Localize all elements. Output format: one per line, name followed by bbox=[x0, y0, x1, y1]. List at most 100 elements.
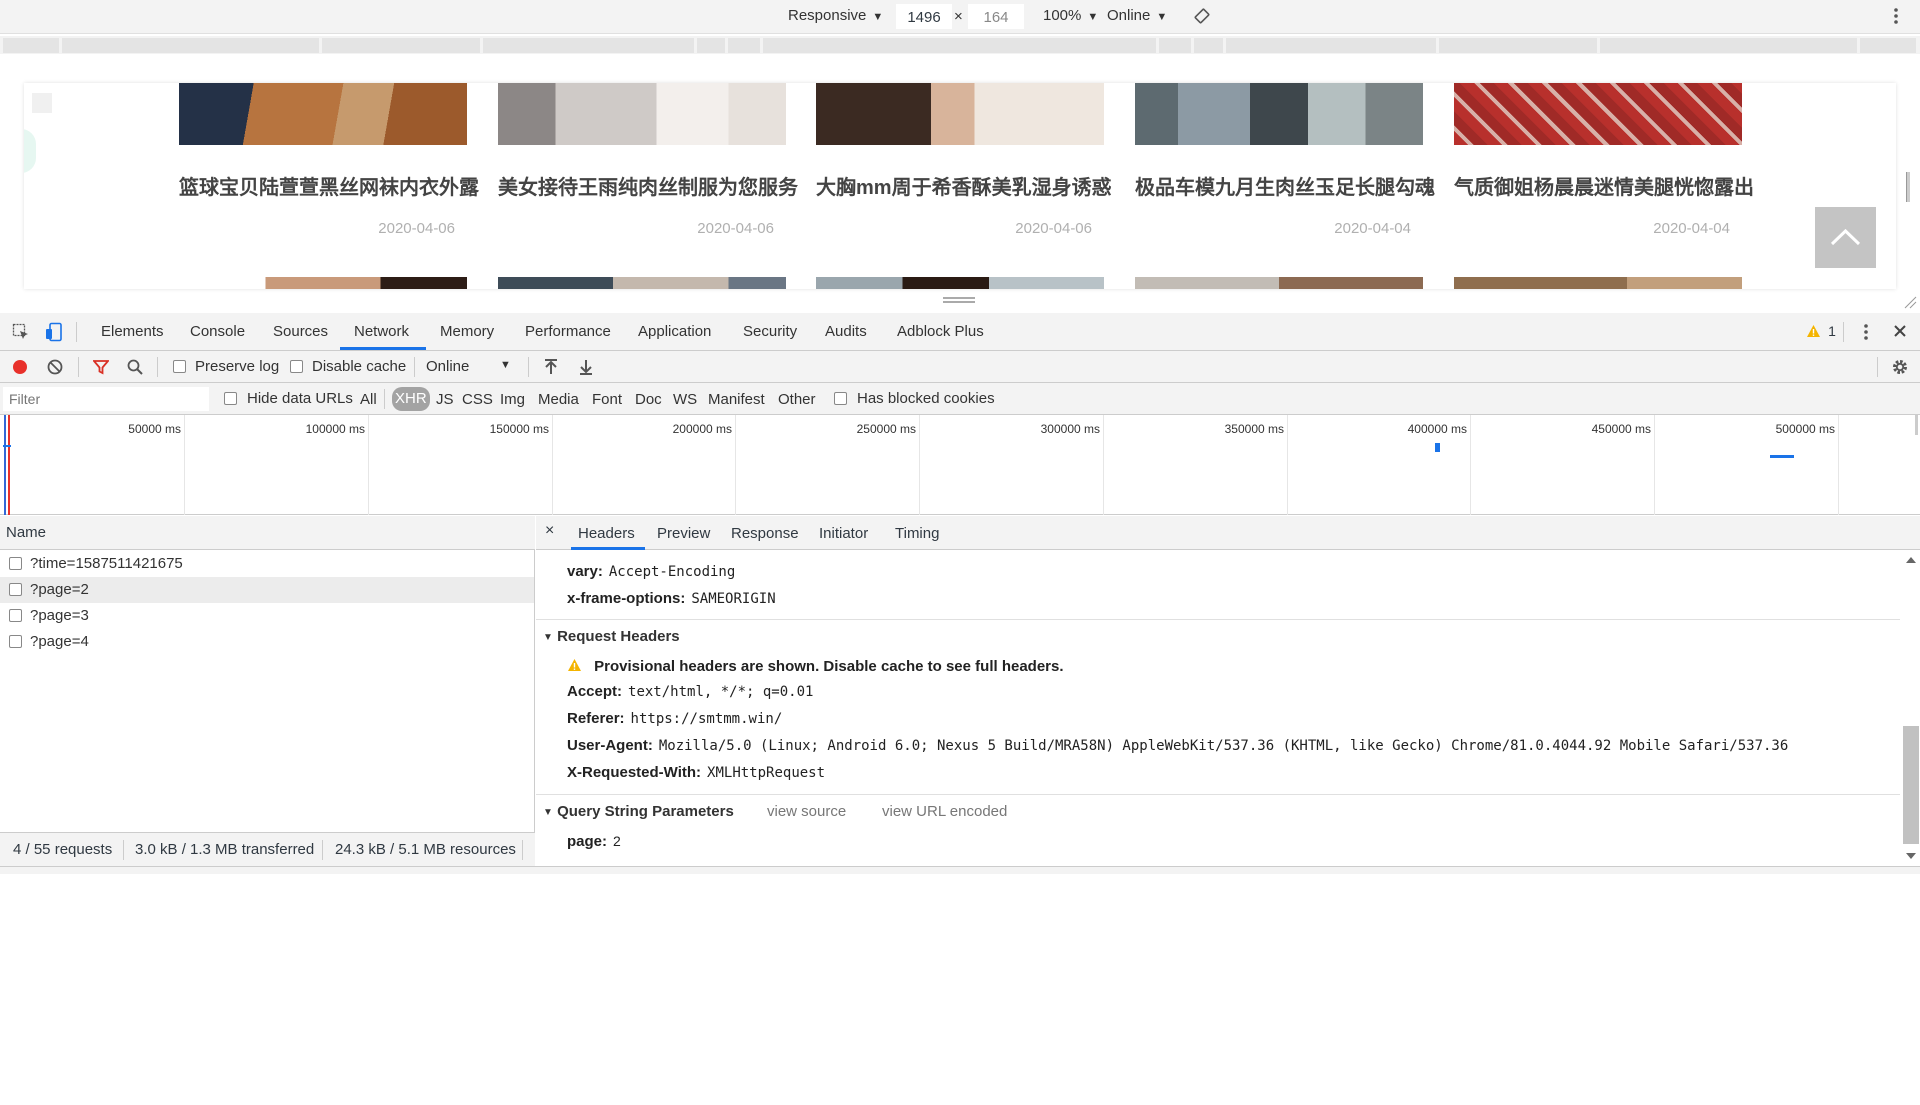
post-thumbnail[interactable] bbox=[179, 83, 467, 145]
inspect-element-icon[interactable] bbox=[12, 323, 30, 345]
device-toggle-icon[interactable] bbox=[44, 322, 64, 346]
emulated-viewport[interactable]: 篮球宝贝陆萱萱黑丝网袜内衣外露 2020-04-06 美女接待王雨纯肉丝制服为您… bbox=[24, 83, 1896, 289]
rotate-icon[interactable] bbox=[1193, 7, 1211, 29]
name-column-header[interactable]: Name bbox=[0, 516, 535, 550]
zoom-select[interactable]: 100% ▼ bbox=[1043, 7, 1098, 24]
hide-data-urls-checkbox[interactable] bbox=[224, 392, 237, 405]
export-har-icon[interactable] bbox=[578, 358, 594, 380]
viewport-scrollbar[interactable] bbox=[1906, 172, 1910, 202]
header-row: Accept: text/html, */*; q=0.01 bbox=[567, 683, 814, 700]
tab-sources[interactable]: Sources bbox=[273, 323, 328, 340]
blocked-cookies-checkbox[interactable] bbox=[834, 392, 847, 405]
request-row-selected[interactable]: ?page=2 bbox=[0, 577, 534, 603]
import-har-icon[interactable] bbox=[543, 358, 559, 380]
type-filter-all[interactable]: All bbox=[360, 391, 377, 408]
tab-console[interactable]: Console bbox=[190, 323, 245, 340]
type-filter-css[interactable]: CSS bbox=[462, 391, 493, 408]
post-thumbnail-next[interactable] bbox=[816, 277, 1104, 289]
post-thumbnail[interactable] bbox=[498, 83, 786, 145]
post-title[interactable]: 篮球宝贝陆萱萱黑丝网袜内衣外露 bbox=[179, 171, 479, 200]
view-source-link[interactable]: view source bbox=[767, 803, 846, 820]
post-date: 2020-04-06 bbox=[378, 220, 455, 237]
search-icon[interactable] bbox=[127, 359, 143, 379]
post-thumbnail-next[interactable] bbox=[1135, 277, 1423, 289]
details-tab-initiator[interactable]: Initiator bbox=[819, 525, 868, 542]
back-to-top-button[interactable] bbox=[1815, 207, 1876, 268]
warning-counter[interactable]: 1 bbox=[1806, 323, 1836, 342]
scrollbar-thumb[interactable] bbox=[1903, 726, 1919, 844]
request-row[interactable]: ?page=4 bbox=[0, 629, 534, 655]
details-tab-headers[interactable]: Headers bbox=[578, 525, 635, 542]
network-throttle-select[interactable]: Online bbox=[426, 358, 469, 375]
details-tab-response[interactable]: Response bbox=[731, 525, 799, 542]
close-devtools-icon[interactable] bbox=[1893, 324, 1907, 342]
close-details-icon[interactable]: × bbox=[545, 522, 554, 540]
filter-input[interactable] bbox=[3, 387, 209, 411]
request-row[interactable]: ?page=3 bbox=[0, 603, 534, 629]
post-thumbnail-next[interactable] bbox=[498, 277, 786, 289]
type-filter-xhr[interactable]: XHR bbox=[392, 387, 430, 411]
timeline-tick-label: 100000 ms bbox=[305, 422, 365, 436]
record-icon[interactable] bbox=[12, 359, 28, 379]
warning-icon bbox=[1807, 325, 1820, 337]
hide-data-urls-label[interactable]: Hide data URLs bbox=[247, 390, 353, 407]
width-input[interactable]: 1496 bbox=[896, 4, 952, 29]
timeline-scrollbar[interactable] bbox=[1915, 415, 1918, 435]
devtools-menu-icon[interactable] bbox=[1863, 322, 1869, 346]
scroll-down-arrow-icon[interactable] bbox=[1902, 850, 1920, 862]
type-filter-js[interactable]: JS bbox=[436, 391, 454, 408]
timeline-tick-label: 500000 ms bbox=[1775, 422, 1835, 436]
dimension-times: × bbox=[954, 8, 963, 25]
post-title[interactable]: 极品车模九月生肉丝玉足长腿勾魂 bbox=[1135, 171, 1435, 200]
clear-icon[interactable] bbox=[47, 359, 63, 379]
post-thumbnail-next[interactable] bbox=[1454, 277, 1742, 289]
tab-adblock-plus[interactable]: Adblock Plus bbox=[897, 323, 984, 340]
throttle-select[interactable]: Online ▼ bbox=[1107, 7, 1167, 24]
preserve-log-checkbox[interactable] bbox=[173, 360, 186, 373]
tab-security[interactable]: Security bbox=[743, 323, 797, 340]
blocked-cookies-label[interactable]: Has blocked cookies bbox=[857, 390, 995, 407]
post-thumbnail[interactable] bbox=[1454, 83, 1742, 145]
tab-network[interactable]: Network bbox=[354, 323, 409, 340]
query-string-section[interactable]: ▼ Query String Parameters bbox=[543, 803, 734, 820]
more-options-icon[interactable] bbox=[1893, 6, 1899, 30]
device-select[interactable]: Responsive ▼ bbox=[788, 7, 883, 24]
view-url-encoded-link[interactable]: view URL encoded bbox=[882, 803, 1007, 820]
media-query-ruler[interactable] bbox=[0, 36, 1920, 54]
viewport-resize-handle[interactable] bbox=[943, 297, 975, 305]
details-tab-timing[interactable]: Timing bbox=[895, 525, 939, 542]
disable-cache-checkbox[interactable] bbox=[290, 360, 303, 373]
type-filter-ws[interactable]: WS bbox=[673, 391, 697, 408]
tab-memory[interactable]: Memory bbox=[440, 323, 494, 340]
network-overview-timeline[interactable]: 50000 ms 100000 ms 150000 ms 200000 ms 2… bbox=[0, 415, 1920, 515]
request-headers-section[interactable]: ▼ Request Headers bbox=[543, 628, 680, 645]
tab-performance[interactable]: Performance bbox=[525, 323, 611, 340]
scroll-up-arrow-icon[interactable] bbox=[1902, 554, 1920, 566]
provisional-warning: Provisional headers are shown. Disable c… bbox=[567, 657, 1064, 675]
resize-corner-icon[interactable] bbox=[1903, 295, 1917, 313]
tab-audits[interactable]: Audits bbox=[825, 323, 867, 340]
post-title[interactable]: 大胸mm周于希香酥美乳湿身诱惑 bbox=[816, 171, 1116, 200]
type-filter-doc[interactable]: Doc bbox=[635, 391, 662, 408]
post-thumbnail[interactable] bbox=[816, 83, 1104, 145]
post-title[interactable]: 气质御姐杨晨晨迷情美腿恍惚露出 bbox=[1454, 171, 1754, 200]
type-filter-img[interactable]: Img bbox=[500, 391, 525, 408]
request-row[interactable]: ?time=1587511421675 bbox=[0, 551, 534, 577]
details-tab-preview[interactable]: Preview bbox=[657, 525, 710, 542]
details-scrollbar[interactable] bbox=[1902, 550, 1920, 866]
post-title[interactable]: 美女接待王雨纯肉丝制服为您服务 bbox=[498, 171, 798, 200]
filter-icon[interactable] bbox=[92, 359, 110, 379]
type-filter-media[interactable]: Media bbox=[538, 391, 579, 408]
preserve-log-label[interactable]: Preserve log bbox=[195, 358, 279, 375]
post-thumbnail-next[interactable] bbox=[179, 277, 467, 289]
throttle-dropdown-icon[interactable]: ▼ bbox=[500, 359, 511, 371]
height-input[interactable]: 164 bbox=[968, 4, 1024, 29]
post-thumbnail[interactable] bbox=[1135, 83, 1423, 145]
network-settings-gear-icon[interactable] bbox=[1891, 358, 1909, 380]
type-filter-manifest[interactable]: Manifest bbox=[708, 391, 765, 408]
type-filter-other[interactable]: Other bbox=[778, 391, 816, 408]
type-filter-font[interactable]: Font bbox=[592, 391, 622, 408]
disable-cache-label[interactable]: Disable cache bbox=[312, 358, 406, 375]
tab-elements[interactable]: Elements bbox=[101, 323, 164, 340]
tab-application[interactable]: Application bbox=[638, 323, 711, 340]
